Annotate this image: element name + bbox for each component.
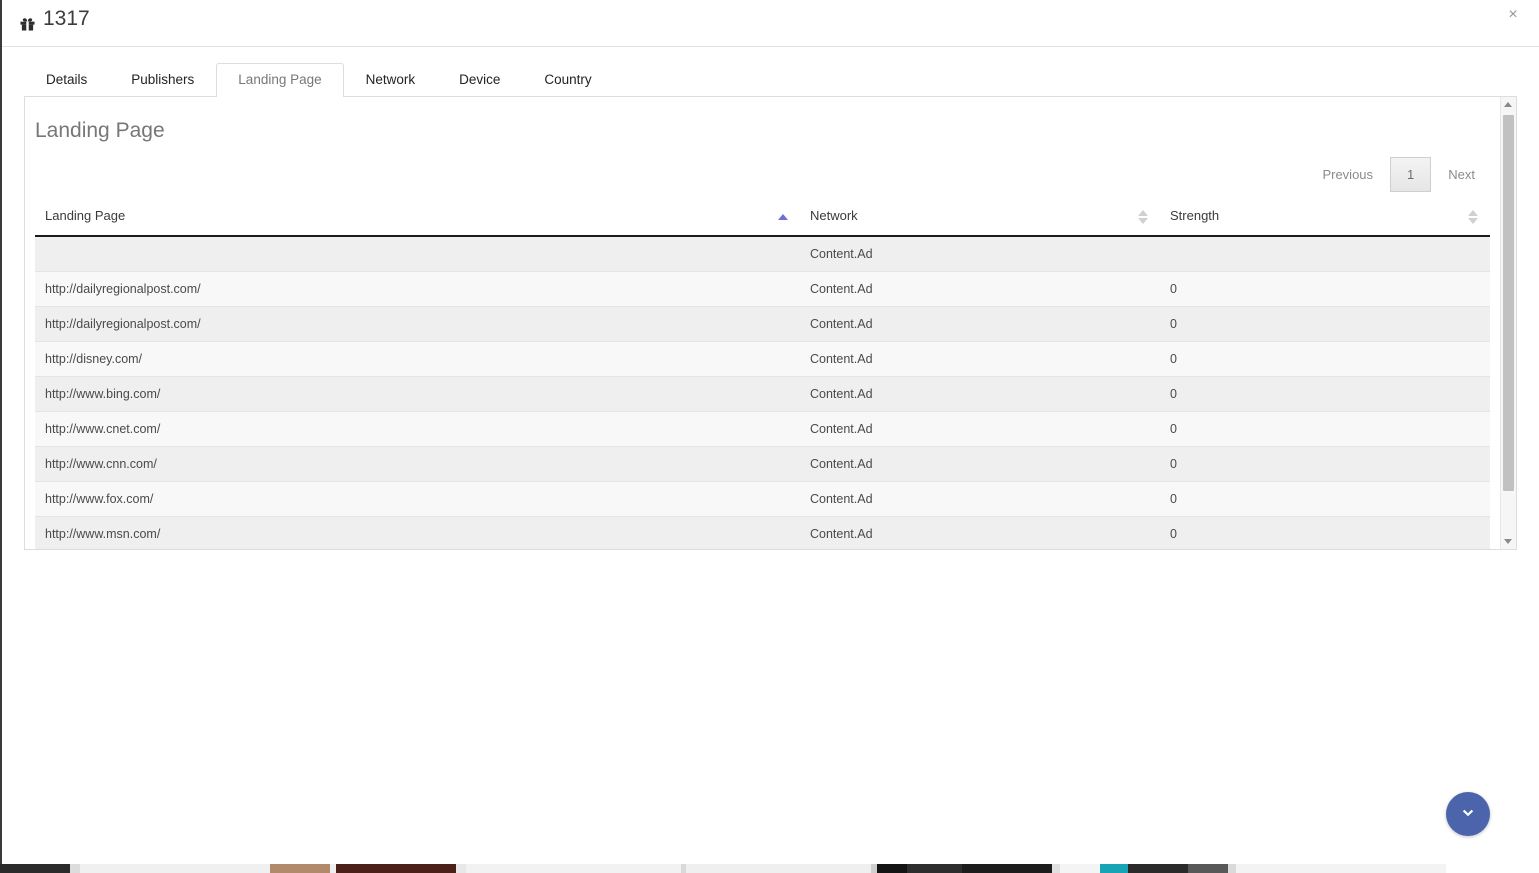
page-number-1[interactable]: 1 — [1390, 157, 1432, 192]
table-row[interactable]: http://dailyregionalpost.com/ Content.Ad… — [35, 306, 1490, 342]
cell-network: Content.Ad — [800, 341, 1160, 377]
tab-details[interactable]: Details — [24, 63, 109, 97]
column-header-strength-label: Strength — [1170, 208, 1220, 223]
detail-modal: 1317 × Details Publishers Landing Page N… — [0, 0, 1539, 864]
cell-landing-page: http://dailyregionalpost.com/ — [35, 306, 800, 342]
sort-ascending-icon — [778, 210, 788, 224]
cell-strength — [1160, 236, 1490, 272]
landing-page-panel: Landing Page Previous 1 Next Landing Pag… — [24, 96, 1517, 550]
column-header-strength[interactable]: Strength — [1160, 198, 1490, 237]
column-header-network-label: Network — [810, 208, 858, 223]
page-title: 1317 — [20, 7, 90, 31]
cell-strength: 0 — [1160, 306, 1490, 342]
cell-strength: 0 — [1160, 516, 1490, 549]
tab-publishers[interactable]: Publishers — [109, 63, 216, 97]
table-row[interactable]: http://www.fox.com/ Content.Ad 0 — [35, 481, 1490, 517]
cell-network: Content.Ad — [800, 516, 1160, 549]
cell-strength: 0 — [1160, 481, 1490, 517]
tab-device[interactable]: Device — [437, 63, 522, 97]
panel-content: Landing Page Previous 1 Next Landing Pag… — [25, 97, 1500, 549]
panel-heading: Landing Page — [35, 119, 165, 142]
tab-bar: Details Publishers Landing Page Network … — [2, 62, 1539, 97]
cell-landing-page: http://www.cnet.com/ — [35, 411, 800, 447]
column-header-landing-page[interactable]: Landing Page — [35, 198, 800, 237]
cell-landing-page — [35, 236, 800, 272]
table-row[interactable]: http://disney.com/ Content.Ad 0 — [35, 341, 1490, 377]
cell-network: Content.Ad — [800, 446, 1160, 482]
cell-network: Content.Ad — [800, 236, 1160, 272]
cell-landing-page: http://www.cnn.com/ — [35, 446, 800, 482]
sort-none-icon — [1468, 209, 1478, 224]
column-header-network[interactable]: Network — [800, 198, 1160, 237]
table-row[interactable]: Content.Ad — [35, 236, 1490, 272]
pagination: Previous 1 Next — [35, 157, 1490, 192]
sort-none-icon — [1138, 209, 1148, 224]
chevron-down-icon — [1458, 804, 1478, 824]
column-header-landing-page-label: Landing Page — [45, 208, 126, 223]
tab-network[interactable]: Network — [344, 63, 438, 97]
cell-strength: 0 — [1160, 411, 1490, 447]
table-row[interactable]: http://dailyregionalpost.com/ Content.Ad… — [35, 271, 1490, 307]
table-row[interactable]: http://www.cnn.com/ Content.Ad 0 — [35, 446, 1490, 482]
cell-landing-page: http://www.msn.com/ — [35, 516, 800, 549]
page-title-text: 1317 — [43, 7, 90, 30]
scroll-down-arrow-icon[interactable] — [1501, 533, 1516, 549]
cell-network: Content.Ad — [800, 271, 1160, 307]
modal-header: 1317 × — [2, 0, 1539, 47]
scroll-down-fab-button[interactable] — [1446, 792, 1490, 836]
table-header: Landing Page Network Strength — [35, 198, 1490, 237]
cell-network: Content.Ad — [800, 411, 1160, 447]
tab-country[interactable]: Country — [522, 63, 613, 97]
previous-page-button[interactable]: Previous — [1307, 157, 1388, 192]
table-body: Content.Ad http://dailyregionalpost.com/… — [35, 236, 1490, 549]
table-header-row: Landing Page Network Strength — [35, 198, 1490, 237]
next-page-button[interactable]: Next — [1433, 157, 1490, 192]
scrollbar-thumb[interactable] — [1503, 115, 1514, 491]
cell-strength: 0 — [1160, 446, 1490, 482]
cell-network: Content.Ad — [800, 306, 1160, 342]
scroll-up-arrow-icon[interactable] — [1501, 97, 1516, 113]
cell-landing-page: http://disney.com/ — [35, 341, 800, 377]
background-page-strip — [0, 864, 1539, 873]
table-row[interactable]: http://www.cnet.com/ Content.Ad 0 — [35, 411, 1490, 447]
cell-landing-page: http://www.fox.com/ — [35, 481, 800, 517]
table-row[interactable]: http://www.msn.com/ Content.Ad 0 — [35, 516, 1490, 549]
cell-strength: 0 — [1160, 376, 1490, 412]
panel-scrollbar[interactable] — [1500, 97, 1516, 549]
landing-page-table: Landing Page Network Strength Content.Ad… — [35, 198, 1490, 549]
tab-landing-page[interactable]: Landing Page — [216, 63, 344, 97]
gift-icon — [20, 13, 35, 31]
table-row[interactable]: http://www.bing.com/ Content.Ad 0 — [35, 376, 1490, 412]
close-icon[interactable]: × — [1503, 5, 1523, 25]
cell-landing-page: http://dailyregionalpost.com/ — [35, 271, 800, 307]
cell-landing-page: http://www.bing.com/ — [35, 376, 800, 412]
cell-strength: 0 — [1160, 271, 1490, 307]
cell-network: Content.Ad — [800, 481, 1160, 517]
cell-network: Content.Ad — [800, 376, 1160, 412]
cell-strength: 0 — [1160, 341, 1490, 377]
